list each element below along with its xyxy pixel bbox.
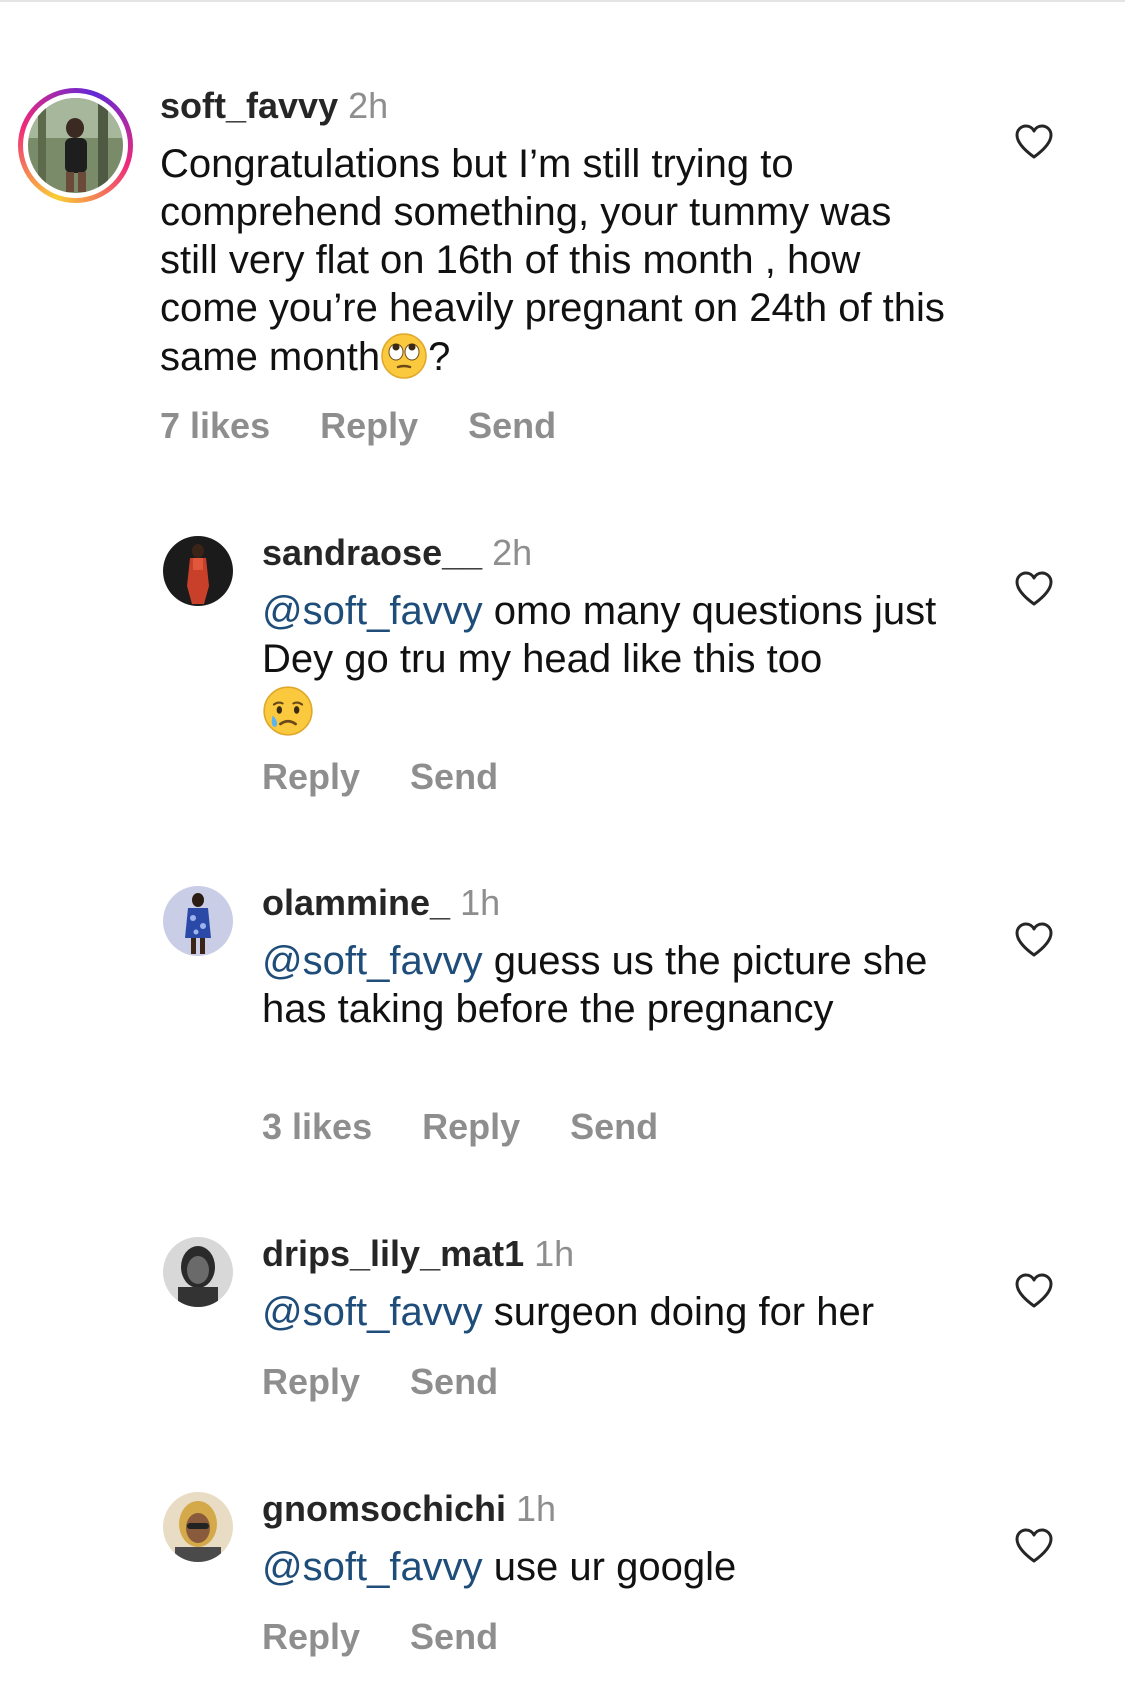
timestamp: 1h: [534, 1233, 575, 1274]
comment-body: use ur google: [482, 1545, 737, 1589]
reply-button[interactable]: Reply: [262, 1616, 360, 1657]
likes-count[interactable]: 3 likes: [262, 1106, 372, 1147]
reply-button[interactable]: Reply: [262, 1361, 360, 1402]
username[interactable]: gnomsochichi: [262, 1488, 506, 1529]
avatar[interactable]: [163, 1237, 233, 1307]
face-with-rolling-eyes-icon: [381, 333, 427, 379]
comment-text: @soft_favvy use ur google: [262, 1543, 982, 1591]
story-ring[interactable]: [18, 88, 133, 203]
comment-header: olammine_ 1h: [262, 881, 500, 925]
reply-button[interactable]: Reply: [320, 405, 418, 446]
timestamp: 2h: [492, 532, 533, 573]
mention-link[interactable]: @soft_favvy: [262, 589, 483, 633]
comment-header: soft_favvy 2h: [160, 84, 388, 128]
heart-outline-icon[interactable]: [1015, 922, 1053, 958]
comment-body: Congratulations but I’m still trying to …: [160, 142, 945, 379]
username[interactable]: drips_lily_mat1: [262, 1233, 524, 1274]
username[interactable]: sandraose__: [262, 532, 482, 573]
comment-text: @soft_favvy omo many questions just Dey …: [262, 587, 972, 738]
avatar[interactable]: [163, 886, 233, 956]
timestamp: 1h: [460, 882, 501, 923]
comment-body-end: ?: [428, 335, 451, 379]
mention-link[interactable]: @soft_favvy: [262, 939, 483, 983]
username[interactable]: olammine_: [262, 882, 450, 923]
comment-text: @soft_favvy guess us the picture she has…: [262, 937, 952, 1033]
heart-outline-icon[interactable]: [1015, 1273, 1053, 1309]
comment-text: Congratulations but I’m still trying to …: [160, 140, 960, 381]
username[interactable]: soft_favvy: [160, 85, 338, 126]
comment-header: drips_lily_mat1 1h: [262, 1232, 574, 1276]
reply-button[interactable]: Reply: [262, 756, 360, 797]
avatar: [28, 98, 123, 193]
comment-header: sandraose__ 2h: [262, 531, 532, 575]
comment-header: gnomsochichi 1h: [262, 1487, 556, 1531]
mention-link[interactable]: @soft_favvy: [262, 1545, 483, 1589]
send-button[interactable]: Send: [570, 1106, 658, 1147]
heart-outline-icon[interactable]: [1015, 571, 1053, 607]
comment-body: surgeon doing for her: [482, 1290, 875, 1334]
timestamp: 2h: [348, 85, 389, 126]
send-button[interactable]: Send: [410, 1616, 498, 1657]
send-button[interactable]: Send: [410, 756, 498, 797]
comment-actions: 3 likes Reply Send: [262, 1105, 708, 1149]
timestamp: 1h: [516, 1488, 557, 1529]
comment-actions: Reply Send: [262, 755, 548, 799]
comment-actions: 7 likes Reply Send: [160, 404, 606, 448]
send-button[interactable]: Send: [468, 405, 556, 446]
avatar[interactable]: [163, 536, 233, 606]
comment-actions: Reply Send: [262, 1360, 548, 1404]
reply-button[interactable]: Reply: [422, 1106, 520, 1147]
likes-count[interactable]: 7 likes: [160, 405, 270, 446]
heart-outline-icon[interactable]: [1015, 1528, 1053, 1564]
comment-text: @soft_favvy surgeon doing for her: [262, 1288, 982, 1336]
avatar[interactable]: [163, 1492, 233, 1562]
top-divider: [0, 0, 1125, 2]
mention-link[interactable]: @soft_favvy: [262, 1290, 483, 1334]
heart-outline-icon[interactable]: [1015, 124, 1053, 160]
crying-face-icon: [263, 686, 313, 736]
send-button[interactable]: Send: [410, 1361, 498, 1402]
comment-actions: Reply Send: [262, 1615, 548, 1659]
